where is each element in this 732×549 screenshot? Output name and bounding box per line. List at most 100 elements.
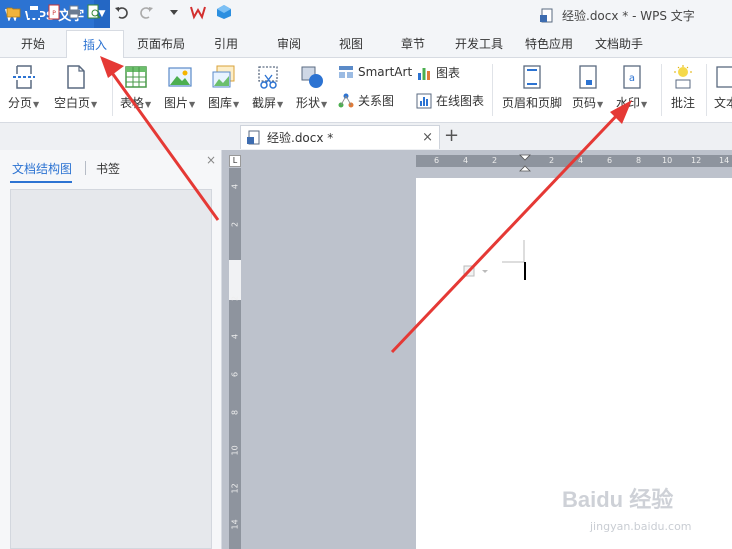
tab-page-layout[interactable]: 页面布局 bbox=[130, 30, 192, 58]
save-icon[interactable] bbox=[26, 4, 42, 20]
page-break-icon bbox=[12, 65, 35, 89]
screenshot-button[interactable]: 截屏▼ bbox=[252, 64, 283, 111]
tab-home[interactable]: 开始 bbox=[10, 30, 56, 58]
ruler-tick-label: 6 bbox=[434, 156, 440, 165]
tab-insert[interactable]: 插入 bbox=[66, 30, 124, 59]
chevron-down-icon: ▼ bbox=[597, 100, 604, 109]
tab-document-outline[interactable]: 文档结构图 bbox=[12, 160, 72, 177]
blank-page-button[interactable]: 空白页▼ bbox=[54, 64, 97, 111]
cube-icon[interactable] bbox=[216, 4, 232, 20]
ruler-tick-label: 6 bbox=[607, 156, 613, 165]
new-tab-icon[interactable]: + bbox=[444, 126, 459, 146]
document-tab-name: 经验.docx * bbox=[267, 131, 334, 145]
page-number-button[interactable]: 页码▼ bbox=[572, 64, 603, 111]
page-break-button[interactable]: 分页▼ bbox=[8, 64, 39, 111]
active-tab-indicator bbox=[10, 181, 72, 183]
undo-icon[interactable] bbox=[114, 4, 130, 20]
table-label: 表格 bbox=[120, 96, 145, 110]
document-icon bbox=[540, 8, 553, 23]
shape-button[interactable]: 形状▼ bbox=[296, 64, 327, 111]
wps-office-icon[interactable] bbox=[190, 4, 206, 20]
ruler-tick-label: 2 bbox=[549, 156, 555, 165]
gallery-button[interactable]: 图库▼ bbox=[208, 64, 239, 111]
close-pane-icon[interactable]: × bbox=[206, 153, 216, 167]
gallery-label: 图库 bbox=[208, 96, 233, 110]
close-tab-icon[interactable]: × bbox=[422, 130, 433, 145]
word-document-icon bbox=[247, 130, 260, 145]
picture-button[interactable]: 图片▼ bbox=[164, 64, 195, 111]
tab-doc-assistant[interactable]: 文档助手 bbox=[590, 30, 648, 58]
nav-pane-tabs: 文档结构图 书签 × bbox=[0, 150, 222, 184]
window-title: 经验.docx * - WPS 文字 bbox=[540, 7, 695, 24]
watermark-label: 水印 bbox=[616, 96, 641, 110]
table-icon bbox=[124, 66, 147, 88]
smartart-icon bbox=[339, 66, 353, 78]
chart-button[interactable]: 图表 bbox=[416, 64, 460, 81]
print-icon[interactable] bbox=[66, 4, 82, 20]
tab-bookmarks[interactable]: 书签 bbox=[96, 160, 120, 177]
ruler-tick-label: 14 bbox=[719, 156, 730, 165]
page-number-icon bbox=[578, 65, 597, 89]
print-preview-icon[interactable] bbox=[86, 4, 102, 20]
ribbon-divider bbox=[706, 64, 707, 116]
comment-button[interactable]: 批注 bbox=[670, 64, 696, 111]
document-tab[interactable]: 经验.docx * × bbox=[240, 125, 440, 149]
tab-view[interactable]: 视图 bbox=[330, 30, 372, 58]
indent-marker-icon[interactable] bbox=[519, 154, 531, 174]
paste-options-icon[interactable] bbox=[462, 264, 492, 278]
ruler-tick-label: 4 bbox=[463, 156, 469, 165]
relation-chart-icon bbox=[338, 93, 354, 107]
tab-review[interactable]: 审阅 bbox=[268, 30, 310, 58]
open-folder-icon[interactable] bbox=[6, 4, 22, 20]
window-title-text: 经验.docx * - WPS 文字 bbox=[562, 9, 695, 23]
ruler-tick-label: 4 bbox=[578, 156, 584, 165]
menu-tab-bar: 开始 插入 页面布局 引用 审阅 视图 章节 开发工具 特色应用 文档助手 bbox=[0, 30, 732, 59]
chevron-down-icon: ▼ bbox=[189, 100, 196, 109]
export-pdf-icon[interactable]: P bbox=[46, 4, 62, 20]
svg-text:a: a bbox=[629, 73, 635, 84]
tab-special-apps[interactable]: 特色应用 bbox=[520, 30, 578, 58]
table-button[interactable]: 表格▼ bbox=[120, 64, 151, 111]
ribbon-divider bbox=[112, 64, 113, 116]
relation-chart-button[interactable]: 关系图 bbox=[338, 92, 394, 109]
ruler-tick-label: 2 bbox=[492, 156, 498, 165]
customize-toolbar-icon[interactable] bbox=[166, 4, 182, 20]
ruler-tick-label: 14 bbox=[230, 519, 240, 530]
chevron-down-icon: ▼ bbox=[233, 100, 240, 109]
comment-label: 批注 bbox=[670, 96, 695, 110]
ruler-tick-label: 6 bbox=[230, 371, 240, 378]
blank-page-label: 空白页 bbox=[54, 96, 91, 110]
page-number-label: 页码 bbox=[572, 96, 597, 110]
ruler-tick-label: 2 bbox=[230, 295, 240, 302]
navigation-pane: 文档结构图 书签 × bbox=[0, 150, 222, 549]
textbox-button[interactable]: 文本 bbox=[714, 64, 732, 111]
redo-icon[interactable] bbox=[138, 4, 154, 20]
vertical-ruler[interactable]: 4 2 2 4 6 8 10 12 14 bbox=[229, 168, 241, 549]
tab-chapter[interactable]: 章节 bbox=[392, 30, 434, 58]
outline-panel bbox=[10, 189, 212, 549]
ruler-tick-label: 8 bbox=[636, 156, 642, 165]
smartart-button[interactable]: SmartArt bbox=[338, 64, 412, 80]
title-bar: WPS 文字 ▼ 经验.docx * - WPS 文字 bbox=[0, 0, 732, 30]
blank-page-icon bbox=[66, 65, 85, 89]
online-chart-button[interactable]: 在线图表 bbox=[416, 92, 484, 109]
svg-text:P: P bbox=[52, 10, 56, 17]
header-footer-button[interactable]: 页眉和页脚 bbox=[502, 64, 562, 111]
ribbon-divider bbox=[661, 64, 662, 116]
margin-corner-mark bbox=[502, 240, 525, 263]
gallery-icon bbox=[212, 65, 235, 88]
ruler-tick-label: 10 bbox=[230, 445, 240, 456]
tab-stop-selector[interactable]: L bbox=[229, 155, 241, 167]
tab-developer[interactable]: 开发工具 bbox=[450, 30, 508, 58]
ribbon-insert: 分页▼ 空白页▼ 表格▼ 图片▼ 图库▼ 截屏▼ 形状▼ SmartArt 图表… bbox=[0, 58, 732, 123]
baidu-jingyan-watermark: Baidu 经验 bbox=[562, 487, 674, 512]
horizontal-ruler[interactable]: 6 4 2 2 4 6 8 10 12 14 bbox=[416, 155, 732, 167]
ruler-tick-label: 8 bbox=[230, 409, 240, 416]
relation-chart-label: 关系图 bbox=[358, 94, 395, 108]
watermark-button[interactable]: a 水印▼ bbox=[616, 64, 647, 111]
ruler-tick-label: 10 bbox=[662, 156, 673, 165]
tab-references[interactable]: 引用 bbox=[206, 30, 246, 58]
chevron-down-icon: ▼ bbox=[641, 100, 648, 109]
chevron-down-icon: ▼ bbox=[33, 100, 40, 109]
textbox-icon bbox=[716, 66, 732, 88]
